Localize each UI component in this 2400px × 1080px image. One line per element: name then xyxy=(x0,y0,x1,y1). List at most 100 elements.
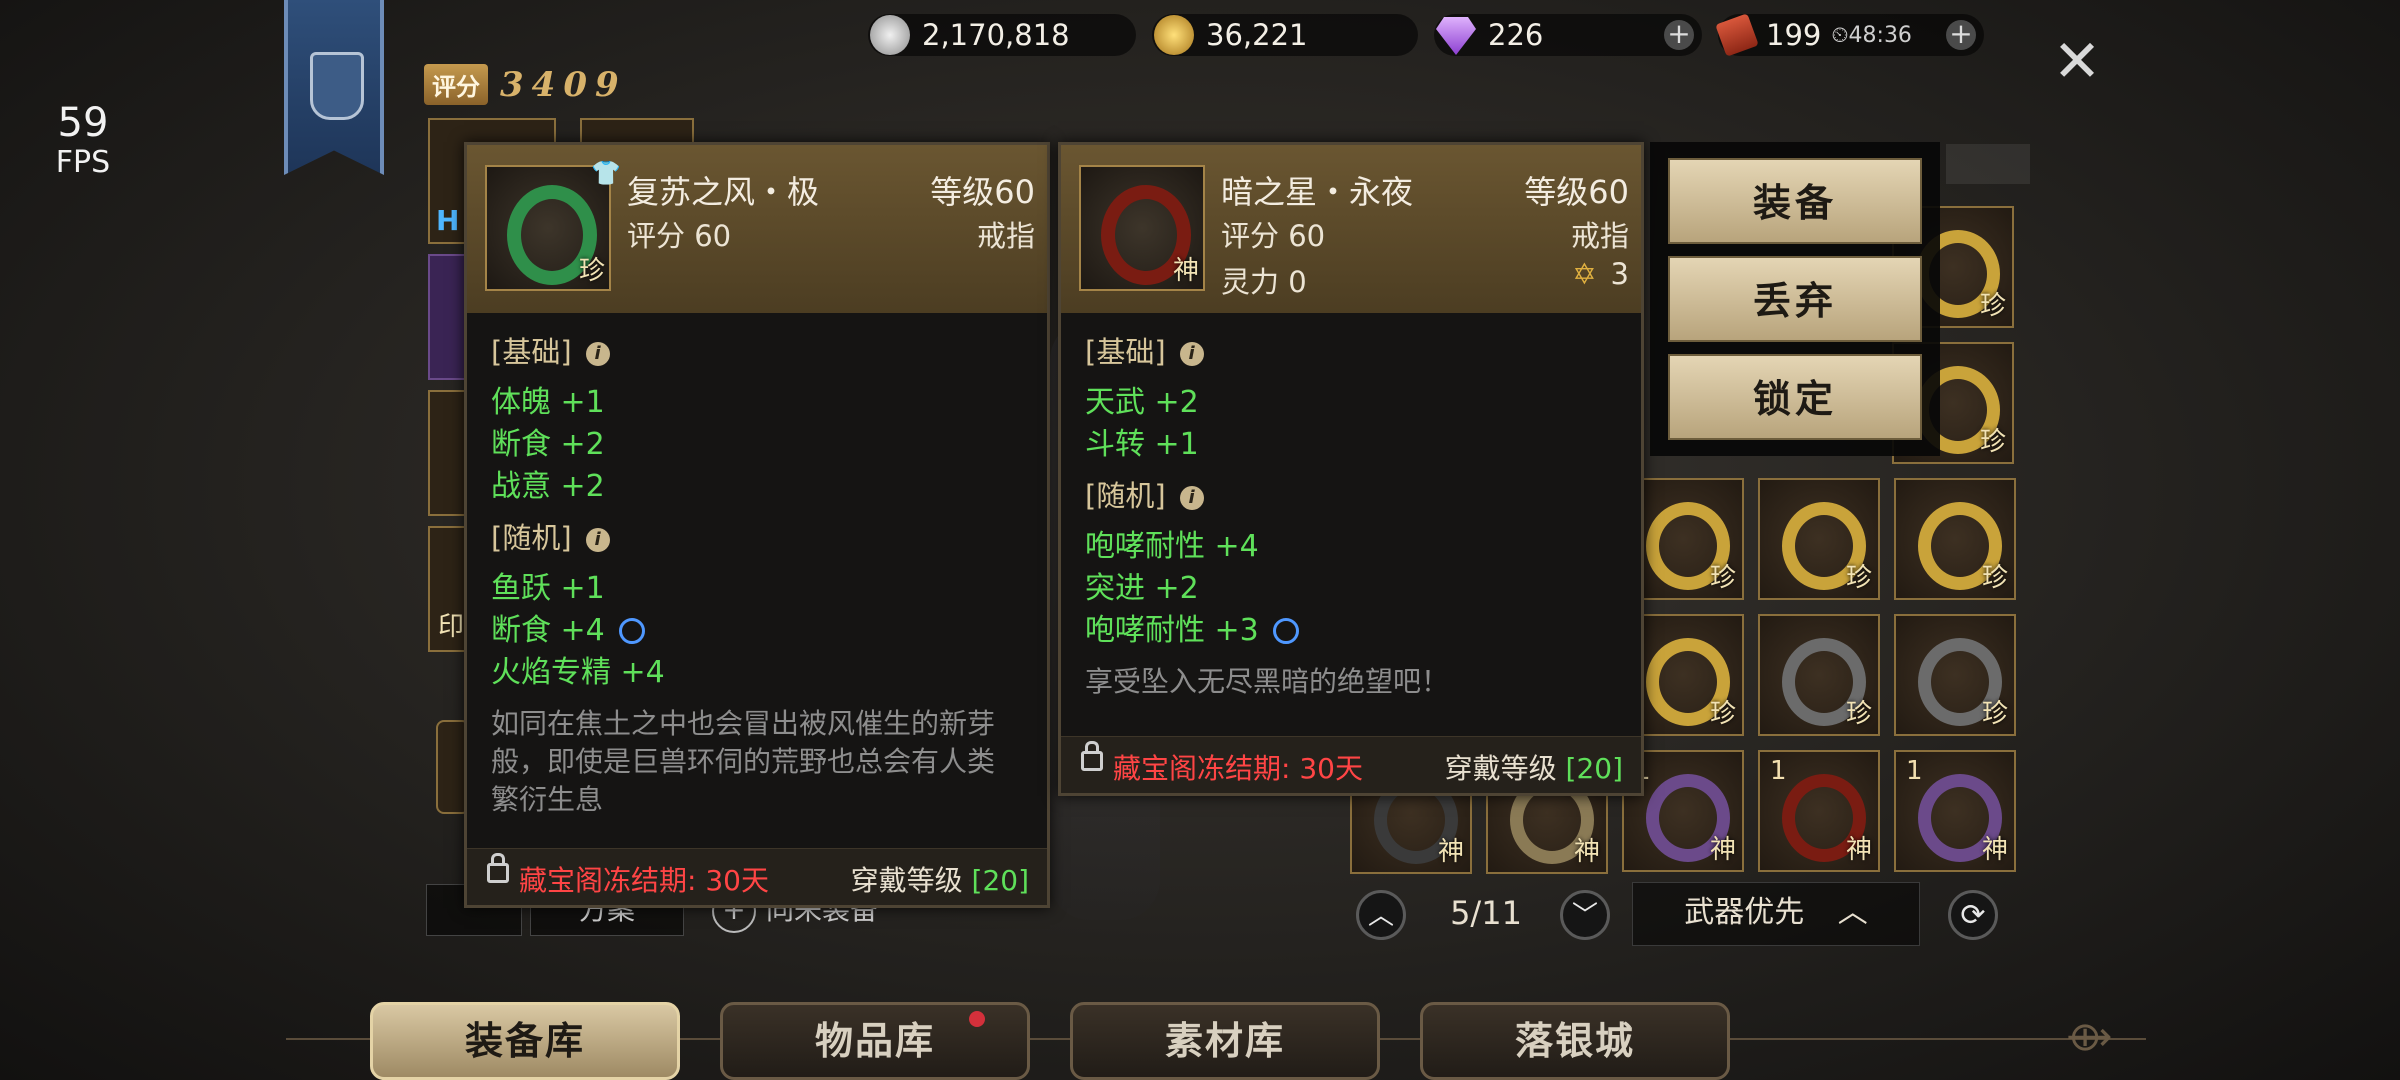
tooltip-footer: 藏宝阁冻结期: 30天 穿戴等级 [20] xyxy=(1061,736,1641,793)
stat-line: 天武 +2 xyxy=(1085,385,1199,420)
score-display: 评分 3409 xyxy=(424,64,627,105)
shirt-icon: 👕 xyxy=(591,159,621,187)
stat-text: 咆哮耐性 +3 xyxy=(1085,613,1259,648)
stat-line: 咆哮耐性 +4 xyxy=(1085,529,1259,564)
rarity-label: 珍 xyxy=(1981,699,2008,729)
star-count: 3 xyxy=(1610,257,1629,291)
currency-gold: 36,221 xyxy=(1152,14,1418,56)
close-icon[interactable]: ✕ xyxy=(2052,32,2102,90)
bow-ornament-icon: ⟴ xyxy=(2066,1014,2113,1060)
inventory-slot[interactable]: 神1 xyxy=(1894,750,2016,872)
item-tooltip-left: 珍 👕 复苏之风・极 等级60 评分 60 戒指 [基础] i 体魄 +1 断食 … xyxy=(464,142,1050,908)
freeze-text: 藏宝阁冻结期: 30天 xyxy=(519,864,769,897)
diamond-value: 226 xyxy=(1488,18,1544,52)
filter-bar[interactable] xyxy=(1946,144,2030,184)
item-description: 享受坠入无尽黑暗的绝望吧！ xyxy=(1085,665,1450,698)
rarity-label: 珍 xyxy=(1709,699,1736,729)
tab-materials[interactable]: 素材库 xyxy=(1070,1002,1380,1080)
stat-line: 咆哮耐性 +3 xyxy=(1085,605,1299,649)
wear-label: 穿戴等级 xyxy=(850,864,963,897)
add-stamina-button[interactable]: + xyxy=(1946,20,1976,50)
stat-line: 火焰专精 +4 xyxy=(491,655,665,690)
gold-value: 36,221 xyxy=(1206,18,1308,52)
lock-icon xyxy=(1081,741,1103,771)
notification-badge xyxy=(969,1011,985,1027)
tab-items[interactable]: 物品库 xyxy=(720,1002,1030,1080)
score-label: 评分 xyxy=(424,64,488,105)
sort-dropdown[interactable]: 武器优先 ︿ xyxy=(1632,882,1920,946)
stamina-value: 199 xyxy=(1766,18,1822,52)
item-type: 戒指 xyxy=(1570,219,1629,253)
info-icon[interactable]: i xyxy=(1179,486,1204,510)
rarity-label: 珍 xyxy=(1981,563,2008,593)
fps-value: 59 xyxy=(57,100,109,146)
discard-button[interactable]: 丢弃 xyxy=(1668,256,1922,342)
equip-button[interactable]: 装备 xyxy=(1668,158,1922,244)
rarity-label: 珍 xyxy=(1979,427,2006,457)
stat-line: 突进 +2 xyxy=(1085,571,1199,606)
wear-level-value: [20] xyxy=(971,864,1029,897)
silver-value: 2,170,818 xyxy=(922,18,1070,52)
basic-title: [基础] xyxy=(1085,335,1166,369)
info-icon[interactable]: i xyxy=(1179,342,1204,366)
equip-slot-armor[interactable] xyxy=(580,118,694,144)
wear-level: 穿戴等级 [20] xyxy=(1445,747,1623,787)
reroll-icon[interactable] xyxy=(618,618,645,644)
inventory-slot[interactable]: 珍 xyxy=(1758,614,1880,736)
currency-diamond[interactable]: 226 + xyxy=(1434,14,1702,56)
info-icon[interactable]: i xyxy=(585,342,610,366)
tab-luoyin-city[interactable]: 落银城 xyxy=(1420,1002,1730,1080)
item-rarity: 珍 xyxy=(578,256,605,286)
item-name: 复苏之风・极 xyxy=(627,173,820,211)
stack-count: 1 xyxy=(1770,756,1787,786)
guild-banner[interactable] xyxy=(284,0,384,175)
add-diamond-button[interactable]: + xyxy=(1664,20,1694,50)
random-title: [随机] xyxy=(491,521,572,555)
rarity-label: 神 xyxy=(1981,835,2008,865)
page-up-button[interactable]: ︿ xyxy=(1356,890,1406,940)
item-score: 评分 60 xyxy=(627,219,732,253)
basic-section-title: [基础] i xyxy=(1085,329,1204,371)
item-icon: 神 xyxy=(1079,165,1205,291)
stamina-timer-value: 48:36 xyxy=(1848,22,1912,48)
fps-counter: 59 FPS xyxy=(28,100,138,181)
inventory-slot[interactable]: 珍 xyxy=(1894,478,2016,600)
refresh-button[interactable]: ⟳ xyxy=(1948,890,1998,940)
info-icon[interactable]: i xyxy=(585,528,610,552)
basic-title: [基础] xyxy=(491,335,572,369)
random-title: [随机] xyxy=(1085,479,1166,513)
item-description: 如同在焦土之中也会冒出被风催生的新芽般，即使是巨兽环伺的荒野也总会有人类繁衍生息 xyxy=(491,707,996,816)
lock-button[interactable]: 锁定 xyxy=(1668,354,1922,440)
stat-line: 战意 +2 xyxy=(491,469,605,504)
page-indicator: 5/11 xyxy=(1450,894,1522,932)
item-name: 暗之星・永夜 xyxy=(1221,173,1414,211)
currency-stamina[interactable]: 199 ⏲48:36 + xyxy=(1715,13,1984,57)
banner-emblem-icon xyxy=(310,52,364,120)
stat-line: 断食 +2 xyxy=(491,427,605,462)
item-level: 等级60 xyxy=(930,173,1035,211)
rarity-label: 神 xyxy=(1845,835,1872,865)
freeze-text: 藏宝阁冻结期: 30天 xyxy=(1113,752,1363,785)
wear-label: 穿戴等级 xyxy=(1444,752,1557,785)
diamond-icon xyxy=(1436,17,1476,55)
item-tooltip-right: 神 暗之星・永夜 等级60 评分 60 戒指 灵力 0 ✡ 3 [基础] i 天武 … xyxy=(1058,142,1644,796)
lock-icon xyxy=(487,853,509,883)
wear-level-value: [20] xyxy=(1565,752,1623,785)
reroll-icon[interactable] xyxy=(1272,618,1299,644)
wear-level: 穿戴等级 [20] xyxy=(851,859,1029,899)
inventory-slot[interactable]: 珍 xyxy=(1894,614,2016,736)
gold-coin-icon xyxy=(1154,15,1194,55)
stamina-ticket-icon xyxy=(1715,13,1759,57)
item-rarity: 神 xyxy=(1172,256,1199,286)
inventory-slot[interactable]: 神1 xyxy=(1758,750,1880,872)
rarity-label: 珍 xyxy=(1709,563,1736,593)
star-icon: ✡ xyxy=(1572,257,1597,291)
rarity-label: 珍 xyxy=(1979,291,2006,321)
rarity-label: 珍 xyxy=(1845,563,1872,593)
inventory-slot[interactable]: 珍 xyxy=(1758,478,1880,600)
page-down-button[interactable]: ﹀ xyxy=(1560,890,1610,940)
rarity-label: 神 xyxy=(1437,837,1464,867)
item-score: 评分 60 xyxy=(1221,219,1326,253)
tab-equipment[interactable]: 装备库 xyxy=(370,1002,680,1080)
chevron-up-icon: ︿ xyxy=(1837,895,1868,930)
